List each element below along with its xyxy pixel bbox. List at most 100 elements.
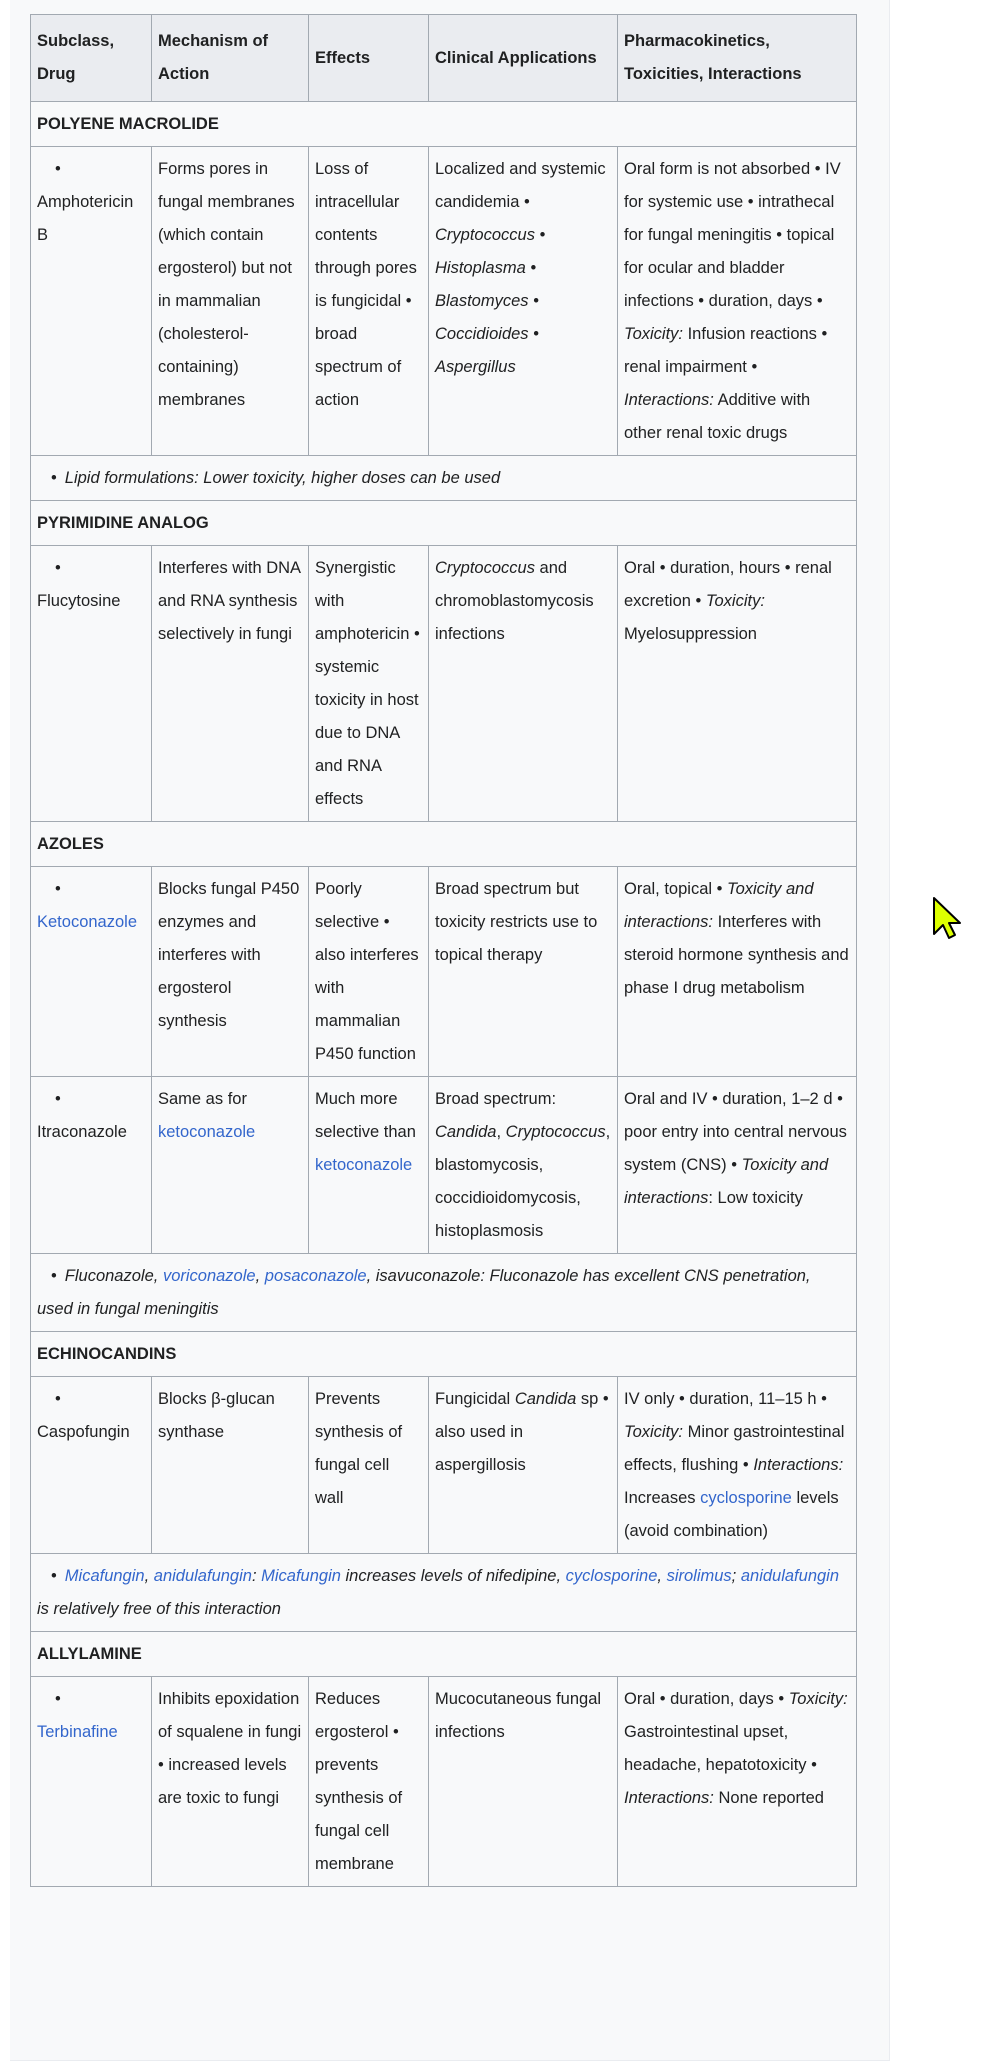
note-azoles: • Fluconazole, voriconazole, posaconazole… bbox=[30, 1253, 857, 1332]
clinical-organism: Candida bbox=[435, 1123, 497, 1141]
drug-link-ketoconazole[interactable]: Ketoconazole bbox=[37, 913, 137, 931]
pk-text: Increases bbox=[624, 1489, 696, 1507]
clinical-text: Fungicidal bbox=[435, 1390, 511, 1408]
note-row: • Micafungin, anidulafungin: Micafungin i… bbox=[30, 1553, 857, 1632]
drug-cell: • Flucytosine bbox=[30, 545, 152, 822]
table-row: • Terbinafine Inhibits epoxidation of squ… bbox=[30, 1676, 857, 1887]
pk-text: Oral form is not absorbed • IV for syste… bbox=[624, 160, 841, 310]
mechanism-cell: Blocks fungal P450 enzymes and interfere… bbox=[151, 866, 309, 1077]
drug-cell: • Terbinafine bbox=[30, 1676, 152, 1887]
section-title-pyrimidine: PYRIMIDINE ANALOG bbox=[30, 500, 857, 546]
effects-cell: Poorly selective • also interferes with … bbox=[308, 866, 429, 1077]
col-header-clinical: Clinical Applications bbox=[428, 14, 618, 102]
pk-text: Gastrointestinal upset, headache, hepato… bbox=[624, 1723, 817, 1774]
drug-name: Caspofungin bbox=[37, 1423, 130, 1441]
pk-text: IV only • duration, 11–15 h • bbox=[624, 1390, 827, 1408]
antifungal-drugs-table: Subclass, Drug Mechanism of Action Effec… bbox=[30, 14, 857, 1887]
micafungin-link[interactable]: Micafungin bbox=[65, 1567, 145, 1585]
mechanism-text: Same as for bbox=[158, 1090, 247, 1108]
effects-text: Much more selective than bbox=[315, 1090, 416, 1141]
note-text: increases levels of nifedipine, bbox=[345, 1567, 562, 1585]
micafungin-link[interactable]: Micafungin bbox=[261, 1567, 341, 1585]
clinical-cell: Broad spectrum but toxicity restricts us… bbox=[428, 866, 618, 1077]
col-header-pharmacokinetics: Pharmacokinetics, Toxicities, Interactio… bbox=[617, 14, 857, 102]
effects-cell: Prevents synthesis of fungal cell wall bbox=[308, 1376, 429, 1554]
effects-cell: Reduces ergosterol • prevents synthesis … bbox=[308, 1676, 429, 1887]
section-title-allylamine: ALLYLAMINE bbox=[30, 1631, 857, 1677]
sirolimus-link[interactable]: sirolimus bbox=[667, 1567, 732, 1585]
drug-name: Itraconazole bbox=[37, 1123, 127, 1141]
section-title-azoles: AZOLES bbox=[30, 821, 857, 867]
clinical-cell: Broad spectrum: Candida, Cryptococcus, b… bbox=[428, 1076, 618, 1254]
voriconazole-link[interactable]: voriconazole bbox=[163, 1267, 256, 1285]
clinical-organism: Cryptococcus bbox=[505, 1123, 606, 1141]
mechanism-cell: Inhibits epoxidation of squalene in fung… bbox=[151, 1676, 309, 1887]
anidulafungin-link[interactable]: anidulafungin bbox=[741, 1567, 839, 1585]
punctuation: , bbox=[144, 1567, 150, 1585]
pk-cell: Oral, topical • Toxicity and interaction… bbox=[617, 866, 857, 1077]
clinical-organisms: Cryptococcus • Histoplasma • Blastomyces… bbox=[435, 226, 546, 376]
pk-text: : Low toxicity bbox=[708, 1189, 803, 1207]
bullet: • bbox=[55, 880, 61, 898]
effects-cell: Loss of intracellular contents through p… bbox=[308, 146, 429, 456]
bullet: • bbox=[55, 559, 61, 577]
pk-text: Oral, topical • bbox=[624, 880, 723, 898]
drug-name: Flucytosine bbox=[37, 592, 121, 610]
mouse-pointer-icon bbox=[933, 897, 961, 939]
anidulafungin-link[interactable]: anidulafungin bbox=[154, 1567, 252, 1585]
cyclosporine-link[interactable]: cyclosporine bbox=[700, 1489, 792, 1507]
note-text: Lipid formulations: Lower toxicity, high… bbox=[64, 469, 501, 487]
clinical-cell: Localized and systemic candidemia • Cryp… bbox=[428, 146, 618, 456]
pk-text: Oral • duration, days • bbox=[624, 1690, 785, 1708]
drug-cell: • Ketoconazole bbox=[30, 866, 152, 1077]
bullet: • bbox=[55, 1690, 61, 1708]
interactions-label: Interactions: bbox=[624, 1789, 714, 1807]
posaconazole-link[interactable]: posaconazole bbox=[265, 1267, 367, 1285]
header-row: Subclass, Drug Mechanism of Action Effec… bbox=[30, 14, 857, 102]
section-title-polyene: POLYENE MACROLIDE bbox=[30, 101, 857, 147]
punctuation: , bbox=[496, 1123, 502, 1141]
mechanism-cell: Forms pores in fungal membranes (which c… bbox=[151, 146, 309, 456]
bullet: • bbox=[55, 160, 61, 178]
punctuation: , bbox=[657, 1567, 662, 1585]
bullet: • bbox=[51, 469, 57, 487]
col-header-mechanism: Mechanism of Action bbox=[151, 14, 309, 102]
clinical-cell: Cryptococcus and chromoblastomycosis inf… bbox=[428, 545, 618, 822]
effects-cell: Much more selective than ketoconazole bbox=[308, 1076, 429, 1254]
table-row: • Flucytosine Interferes with DNA and RNA… bbox=[30, 545, 857, 822]
drug-link-terbinafine[interactable]: Terbinafine bbox=[37, 1723, 118, 1741]
mechanism-cell: Same as for ketoconazole bbox=[151, 1076, 309, 1254]
col-header-drug: Subclass, Drug bbox=[30, 14, 152, 102]
table-row: • Ketoconazole Blocks fungal P450 enzymes… bbox=[30, 866, 857, 1077]
section-row: ECHINOCANDINS bbox=[30, 1331, 857, 1377]
cyclosporine-link[interactable]: cyclosporine bbox=[566, 1567, 658, 1585]
toxicity-label: Toxicity: bbox=[788, 1690, 848, 1708]
bullet: • bbox=[55, 1090, 61, 1108]
ketoconazole-link[interactable]: ketoconazole bbox=[315, 1156, 412, 1174]
section-row: POLYENE MACROLIDE bbox=[30, 101, 857, 147]
drug-cell: • Caspofungin bbox=[30, 1376, 152, 1554]
bullet: • bbox=[55, 1390, 61, 1408]
section-row: PYRIMIDINE ANALOG bbox=[30, 500, 857, 546]
toxicity-label: Toxicity: bbox=[624, 325, 683, 343]
clinical-organism: Candida bbox=[514, 1390, 577, 1408]
section-row: AZOLES bbox=[30, 821, 857, 867]
clinical-cell: Mucocutaneous fungal infections bbox=[428, 1676, 618, 1887]
clinical-cell: Fungicidal Candida sp • also used in asp… bbox=[428, 1376, 618, 1554]
note-row: • Lipid formulations: Lower toxicity, hig… bbox=[30, 455, 857, 501]
punctuation: , bbox=[255, 1267, 261, 1285]
mechanism-cell: Blocks β-glucan synthase bbox=[151, 1376, 309, 1554]
pk-cell: Oral • duration, days • Toxicity: Gastro… bbox=[617, 1676, 857, 1887]
pk-text: Myelosuppression bbox=[624, 625, 757, 643]
note-text: Fluconazole, bbox=[64, 1267, 159, 1285]
toxicity-label: Toxicity: bbox=[705, 592, 765, 610]
drug-name: Amphotericin B bbox=[37, 193, 134, 244]
toxicity-label: Toxicity: bbox=[624, 1423, 683, 1441]
col-header-effects: Effects bbox=[308, 14, 429, 102]
clinical-text: Localized and systemic candidemia • bbox=[435, 160, 606, 211]
note-echinocandins: • Micafungin, anidulafungin: Micafungin i… bbox=[30, 1553, 857, 1632]
ketoconazole-link[interactable]: ketoconazole bbox=[158, 1123, 255, 1141]
note-row: • Fluconazole, voriconazole, posaconazole… bbox=[30, 1253, 857, 1332]
table-row: • Caspofungin Blocks β-glucan synthase Pr… bbox=[30, 1376, 857, 1554]
bullet: • bbox=[51, 1267, 57, 1285]
